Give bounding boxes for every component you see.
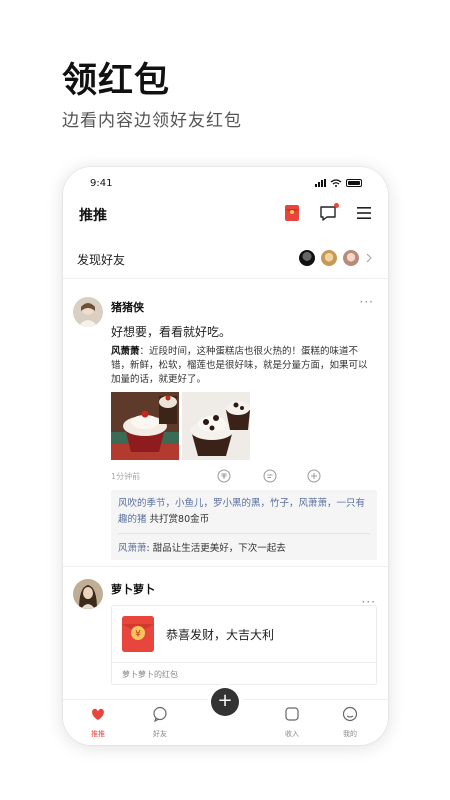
tab-friends[interactable]: 好友 [140,706,180,739]
reply-author[interactable]: 风萧萧 [118,543,147,554]
reward-icon[interactable] [217,469,231,483]
avatar[interactable] [73,297,103,327]
tab-label: 推推 [91,730,105,738]
avatar[interactable] [73,579,103,609]
chevron-right-icon [366,253,372,263]
tab-profile[interactable]: 我的 [330,706,370,739]
red-envelope-icon: ¥ [122,616,154,652]
battery-icon [346,179,362,187]
svg-text:¥: ¥ [135,630,141,640]
menu-icon[interactable] [354,203,374,223]
post-actions: 1分钟前 [111,469,375,485]
red-envelope-card[interactable]: ¥ 恭喜发财，大吉大利 萝卜萝卜的红包 [111,605,377,685]
add-post-button[interactable]: + [211,688,239,716]
rewards-box: 风吹的季节，小鱼儿，罗小黑的黑，竹子，风萧萧，一只有趣的猪 共打赏80金币 风萧… [111,490,377,560]
tab-income[interactable]: 收入 [272,706,312,739]
envelope-footer: 萝卜萝卜的红包 [112,662,376,686]
status-bar: 9:41 [63,167,388,199]
post-text: 好想要，看看就好吃。 [111,325,232,339]
reply-text: : 甜品让生活更美好，下次一起去 [146,543,286,554]
bottom-tab-bar: 推推 好友 + 收入 我的 [63,688,388,745]
reply-comment: 风萧萧: 甜品让生活更美好，下次一起去 [118,540,370,554]
phone-frame: 9:41 推推 发现好友 猪猪侠 ··· 好想要，看看就好吃。 风萧萧：近段时间… [63,167,388,745]
tab-label: 收入 [285,730,299,738]
username[interactable]: 萝卜萝卜 [111,581,155,597]
signal-icon [315,179,326,187]
notification-dot [334,203,339,208]
username[interactable]: 猪猪侠 [111,299,144,315]
more-options-icon[interactable]: ··· [360,295,374,309]
wallet-icon [285,707,299,721]
reward-total: 共打赏80金币 [149,514,210,525]
page-title: 推推 [79,208,107,224]
tab-label: 好友 [153,730,167,738]
divider [63,566,388,567]
top-nav: 推推 [63,201,388,241]
comment-icon[interactable] [263,469,277,483]
envelope-greeting: 恭喜发财，大吉大利 [166,628,275,642]
wifi-icon [330,179,342,187]
find-friends-label: 发现好友 [77,253,126,267]
tab-tuitui[interactable]: 推推 [78,706,118,739]
avatar [298,249,316,267]
add-icon[interactable] [307,469,321,483]
avatar [342,249,360,267]
promo-subtitle: 边看内容边领好友红包 [62,111,242,131]
cupcake-photo[interactable] [111,392,179,460]
status-time: 9:41 [90,178,113,189]
comment-text: ：近段时间，这种蛋糕店也很火热的！蛋糕的味道不错，新鲜，松软，榴莲也是很好味，就… [111,346,368,385]
cupcake-photo[interactable] [182,392,250,460]
find-friends-row[interactable]: 发现好友 [63,243,388,279]
profile-icon [342,706,358,722]
featured-comment: 风萧萧：近段时间，这种蛋糕店也很火热的！蛋糕的味道不错，新鲜，松软，榴莲也是很好… [111,345,375,387]
message-icon[interactable] [318,203,339,223]
comment-author[interactable]: 风萧萧 [111,346,140,357]
red-envelope-icon[interactable] [282,203,302,223]
home-icon [92,708,104,720]
post-time: 1分钟前 [111,472,141,481]
reward-list: 风吹的季节，小鱼儿，罗小黑的黑，竹子，风萧萧，一只有趣的猪 共打赏80金币 [118,496,370,528]
friend-avatars [298,249,372,267]
divider [118,533,370,534]
avatar [320,249,338,267]
status-icons [315,179,362,187]
tab-label: 我的 [343,730,357,738]
chat-bubble-icon [153,706,167,723]
post-photos [111,392,250,460]
promo-title: 领红包 [62,61,171,101]
